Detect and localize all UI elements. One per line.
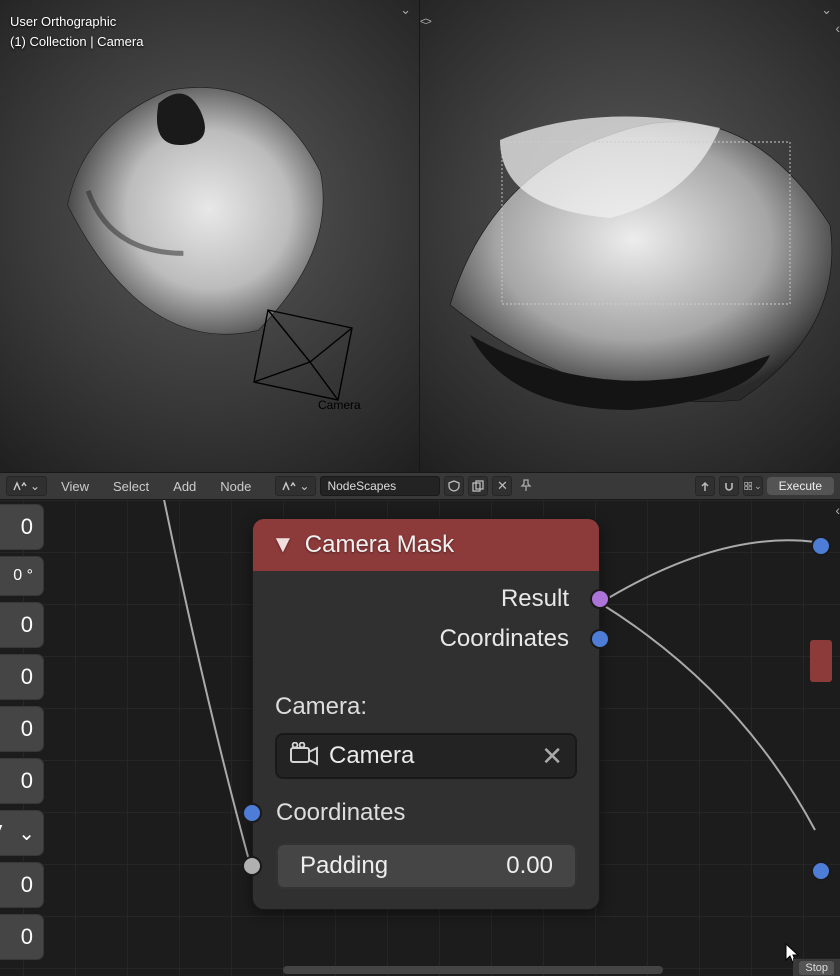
num-input[interactable]: 0 bbox=[0, 862, 44, 908]
camera-field-label: Camera: bbox=[275, 693, 577, 721]
menu-node[interactable]: Node bbox=[210, 479, 261, 494]
viewport-info-overlay: User Orthographic (1) Collection | Camer… bbox=[10, 12, 143, 51]
input-padding-row: Padding 0.00 bbox=[275, 843, 577, 889]
chevron-down-icon[interactable]: ⌄ bbox=[400, 2, 411, 18]
camera-object-field[interactable]: Camera ✕ bbox=[275, 733, 577, 779]
clear-camera-icon[interactable]: ✕ bbox=[541, 741, 563, 772]
padding-field[interactable]: Padding 0.00 bbox=[276, 843, 577, 889]
num-input[interactable]: 0 bbox=[0, 706, 44, 752]
input-coordinates-socket[interactable] bbox=[242, 803, 262, 823]
menu-add[interactable]: Add bbox=[163, 479, 206, 494]
node-editor[interactable]: ‹ 0 0 ° 0 0 0 0 V⌄ 0 0 ▼ Camera Mask Res… bbox=[0, 500, 840, 976]
num-input[interactable]: 0 bbox=[0, 914, 44, 960]
output-result-row: Result bbox=[275, 585, 577, 613]
external-socket[interactable] bbox=[811, 536, 831, 556]
camera-icon bbox=[289, 742, 319, 770]
horizontal-scrollbar[interactable] bbox=[283, 966, 663, 974]
chevron-down-icon: ⌄ bbox=[18, 821, 35, 846]
input-padding-socket[interactable] bbox=[242, 856, 262, 876]
node-editor-toolbar: ⌄ View Select Add Node ⌄ ✕ ⌄ Execute bbox=[0, 472, 840, 500]
output-result-label: Result bbox=[501, 585, 569, 613]
menu-view[interactable]: View bbox=[51, 479, 99, 494]
node-title: Camera Mask bbox=[305, 531, 454, 559]
viewport-scene-right[interactable] bbox=[440, 95, 840, 435]
output-result-socket[interactable] bbox=[590, 589, 610, 609]
node-camera-mask[interactable]: ▼ Camera Mask Result Coordinates Camera: bbox=[252, 518, 600, 910]
angle-input[interactable]: 0 ° bbox=[0, 556, 44, 596]
pin-icon[interactable] bbox=[516, 476, 536, 496]
view-context-label: (1) Collection | Camera bbox=[10, 32, 143, 52]
viewport-right[interactable]: ⌄ <> ‹ bbox=[420, 0, 840, 472]
region-splitter-right-icon[interactable]: ‹ bbox=[835, 20, 840, 36]
execute-button[interactable]: Execute bbox=[767, 477, 834, 495]
input-coordinates-label: Coordinates bbox=[276, 799, 405, 827]
camera-object-value: Camera bbox=[329, 742, 414, 770]
num-input[interactable]: 0 bbox=[0, 504, 44, 550]
viewport-scene-left[interactable] bbox=[50, 70, 390, 450]
input-coordinates-row: Coordinates bbox=[275, 799, 577, 827]
unlink-nodetree-button[interactable]: ✕ bbox=[492, 476, 512, 496]
output-coordinates-row: Coordinates bbox=[275, 625, 577, 653]
output-coordinates-socket[interactable] bbox=[590, 629, 610, 649]
num-input[interactable]: 0 bbox=[0, 758, 44, 804]
parent-node-button[interactable] bbox=[695, 476, 715, 496]
region-splitter-left-icon[interactable]: <> bbox=[420, 16, 431, 28]
menu-select[interactable]: Select bbox=[103, 479, 159, 494]
padding-label: Padding bbox=[300, 852, 388, 880]
left-node-inputs: 0 0 ° 0 0 0 0 V⌄ 0 0 bbox=[0, 500, 44, 960]
nodetree-name-input[interactable] bbox=[320, 476, 440, 496]
editor-type-dropdown[interactable]: ⌄ bbox=[6, 476, 47, 496]
num-input[interactable]: 0 bbox=[0, 602, 44, 648]
fake-user-toggle[interactable] bbox=[444, 476, 464, 496]
stop-button[interactable]: Stop bbox=[799, 961, 834, 975]
output-coordinates-label: Coordinates bbox=[440, 625, 569, 653]
padding-value: 0.00 bbox=[506, 852, 553, 880]
node-body: Result Coordinates Camera: Camera ✕ bbox=[253, 571, 599, 909]
collapse-triangle-icon[interactable]: ▼ bbox=[271, 531, 295, 559]
num-input[interactable]: 0 bbox=[0, 654, 44, 700]
right-node-sockets bbox=[810, 526, 832, 881]
viewport-row: ⌄ User Orthographic (1) Collection | Cam… bbox=[0, 0, 840, 472]
snap-toggle[interactable] bbox=[719, 476, 739, 496]
duplicate-nodetree-button[interactable] bbox=[468, 476, 488, 496]
chevron-down-icon[interactable]: ⌄ bbox=[821, 2, 832, 18]
minimap-current-node[interactable] bbox=[810, 640, 832, 682]
viewport-left[interactable]: ⌄ User Orthographic (1) Collection | Cam… bbox=[0, 0, 420, 472]
nodetree-type-dropdown[interactable]: ⌄ bbox=[275, 476, 316, 496]
snap-mode-dropdown[interactable]: ⌄ bbox=[743, 476, 763, 496]
mode-dropdown[interactable]: V⌄ bbox=[0, 810, 44, 856]
node-header[interactable]: ▼ Camera Mask bbox=[253, 519, 599, 571]
status-bar: Stop bbox=[793, 958, 840, 976]
camera-wireframe[interactable] bbox=[254, 310, 352, 400]
view-projection-label: User Orthographic bbox=[10, 12, 143, 32]
camera-object-label[interactable]: Camera bbox=[318, 398, 361, 412]
external-socket[interactable] bbox=[811, 861, 831, 881]
